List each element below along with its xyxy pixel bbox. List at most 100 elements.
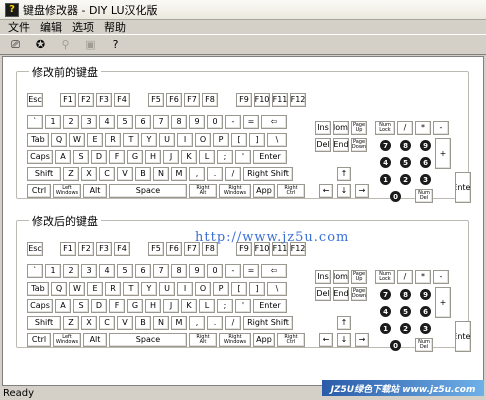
key-end[interactable]: End <box>333 287 349 301</box>
key-8678[interactable]: ⇦ <box>261 115 287 129</box>
key-ctrl[interactable]: Ctrl <box>27 184 51 198</box>
save-icon[interactable]: ✪ <box>30 36 51 53</box>
key-v[interactable]: V <box>117 167 133 181</box>
key-right45windows[interactable]: Right Windows <box>219 184 251 198</box>
key-num-9[interactable]: 9 <box>420 289 431 300</box>
key-s[interactable]: S <box>73 299 89 313</box>
key-f10[interactable]: F10 <box>254 93 270 107</box>
key-f5[interactable]: F5 <box>148 93 164 107</box>
key-5[interactable]: 5 <box>117 264 133 278</box>
key-num-6[interactable]: 6 <box>420 306 431 317</box>
key-f1[interactable]: F1 <box>60 242 76 256</box>
key-n[interactable]: N <box>153 167 169 181</box>
key-num-5[interactable]: 5 <box>400 306 411 317</box>
key-a[interactable]: A <box>55 150 71 164</box>
key-91[interactable]: [ <box>231 133 247 147</box>
key-9[interactable]: 9 <box>189 115 205 129</box>
key-x[interactable]: X <box>81 316 97 330</box>
key-f9[interactable]: F9 <box>236 93 252 107</box>
menu-help[interactable]: 帮助 <box>99 19 131 35</box>
key-3[interactable]: 3 <box>81 264 97 278</box>
key-1[interactable]: 1 <box>45 115 61 129</box>
key-space[interactable]: Space <box>109 184 187 198</box>
key-app[interactable]: App <box>253 184 275 198</box>
key-j[interactable]: J <box>163 299 179 313</box>
key-4[interactable]: 4 <box>99 264 115 278</box>
key-43[interactable]: + <box>435 138 451 169</box>
key-93[interactable]: ] <box>249 133 265 147</box>
key-f3[interactable]: F3 <box>96 242 112 256</box>
key-f8[interactable]: F8 <box>202 93 218 107</box>
key-h[interactable]: H <box>145 299 161 313</box>
key-right45ctrl[interactable]: Right Ctrl <box>277 333 305 347</box>
key-0[interactable]: 0 <box>207 115 223 129</box>
key-num-7[interactable]: 7 <box>380 140 391 151</box>
key-f2[interactable]: F2 <box>78 93 94 107</box>
key-45[interactable]: - <box>433 121 449 135</box>
key-d[interactable]: D <box>91 299 107 313</box>
key-u[interactable]: U <box>159 282 175 296</box>
key-q[interactable]: Q <box>51 133 67 147</box>
open-icon[interactable]: ⎚ <box>5 36 26 53</box>
key-num-1[interactable]: 1 <box>380 174 391 185</box>
key-e[interactable]: E <box>87 133 103 147</box>
key-8[interactable]: 8 <box>171 115 187 129</box>
help-icon[interactable]: ? <box>105 36 126 53</box>
key-page45down[interactable]: Page Down <box>351 138 367 152</box>
key-num-4[interactable]: 4 <box>380 306 391 317</box>
key-app[interactable]: App <box>253 333 275 347</box>
key-page45down[interactable]: Page Down <box>351 287 367 301</box>
key-f5[interactable]: F5 <box>148 242 164 256</box>
key-f3[interactable]: F3 <box>96 93 112 107</box>
key-right45ctrl[interactable]: Right Ctrl <box>277 184 305 198</box>
key-num-3[interactable]: 3 <box>420 174 431 185</box>
key-39[interactable]: ' <box>235 150 251 164</box>
key-j[interactable]: J <box>163 150 179 164</box>
key-q[interactable]: Q <box>51 282 67 296</box>
key-y[interactable]: Y <box>141 133 157 147</box>
key-v[interactable]: V <box>117 316 133 330</box>
key-o[interactable]: O <box>195 133 211 147</box>
key-t[interactable]: T <box>123 282 139 296</box>
key-39[interactable]: ' <box>235 299 251 313</box>
key-left45windows[interactable]: Left Windows <box>53 333 81 347</box>
key-num-0[interactable]: 0 <box>390 191 401 202</box>
key-8593[interactable]: ↑ <box>337 316 351 330</box>
key-f6[interactable]: F6 <box>166 242 182 256</box>
key-45[interactable]: - <box>225 264 241 278</box>
key-8[interactable]: 8 <box>171 264 187 278</box>
key-g[interactable]: G <box>127 299 143 313</box>
key-m[interactable]: M <box>171 167 187 181</box>
key-i[interactable]: I <box>177 133 193 147</box>
key-f6[interactable]: F6 <box>166 93 182 107</box>
key-tab[interactable]: Tab <box>27 133 49 147</box>
key-47[interactable]: / <box>225 167 241 181</box>
key-91[interactable]: [ <box>231 282 247 296</box>
key-enter[interactable]: Enter <box>455 321 471 352</box>
key-esc[interactable]: Esc <box>27 93 43 107</box>
key-43[interactable]: + <box>435 287 451 318</box>
key-num-8[interactable]: 8 <box>400 140 411 151</box>
key-0[interactable]: 0 <box>207 264 223 278</box>
key-page45up[interactable]: Page Up <box>351 270 367 284</box>
key-esc[interactable]: Esc <box>27 242 43 256</box>
key-u[interactable]: U <box>159 133 175 147</box>
key-f2[interactable]: F2 <box>78 242 94 256</box>
key-2[interactable]: 2 <box>63 115 79 129</box>
key-ctrl[interactable]: Ctrl <box>27 333 51 347</box>
menu-options[interactable]: 选项 <box>67 19 99 35</box>
key-s[interactable]: S <box>73 150 89 164</box>
key-l[interactable]: L <box>199 150 215 164</box>
key-home[interactable]: Home <box>333 121 349 135</box>
key-home[interactable]: Home <box>333 270 349 284</box>
key-shift[interactable]: Shift <box>27 316 61 330</box>
key-96[interactable]: ` <box>27 115 43 129</box>
key-num45lock[interactable]: Num Lock <box>375 121 395 135</box>
key-f[interactable]: F <box>109 150 125 164</box>
key-d[interactable]: D <box>91 150 107 164</box>
key-tab[interactable]: Tab <box>27 282 49 296</box>
key-k[interactable]: K <box>181 299 197 313</box>
key-w[interactable]: W <box>69 133 85 147</box>
key-g[interactable]: G <box>127 150 143 164</box>
menu-file[interactable]: 文件 <box>3 19 35 35</box>
